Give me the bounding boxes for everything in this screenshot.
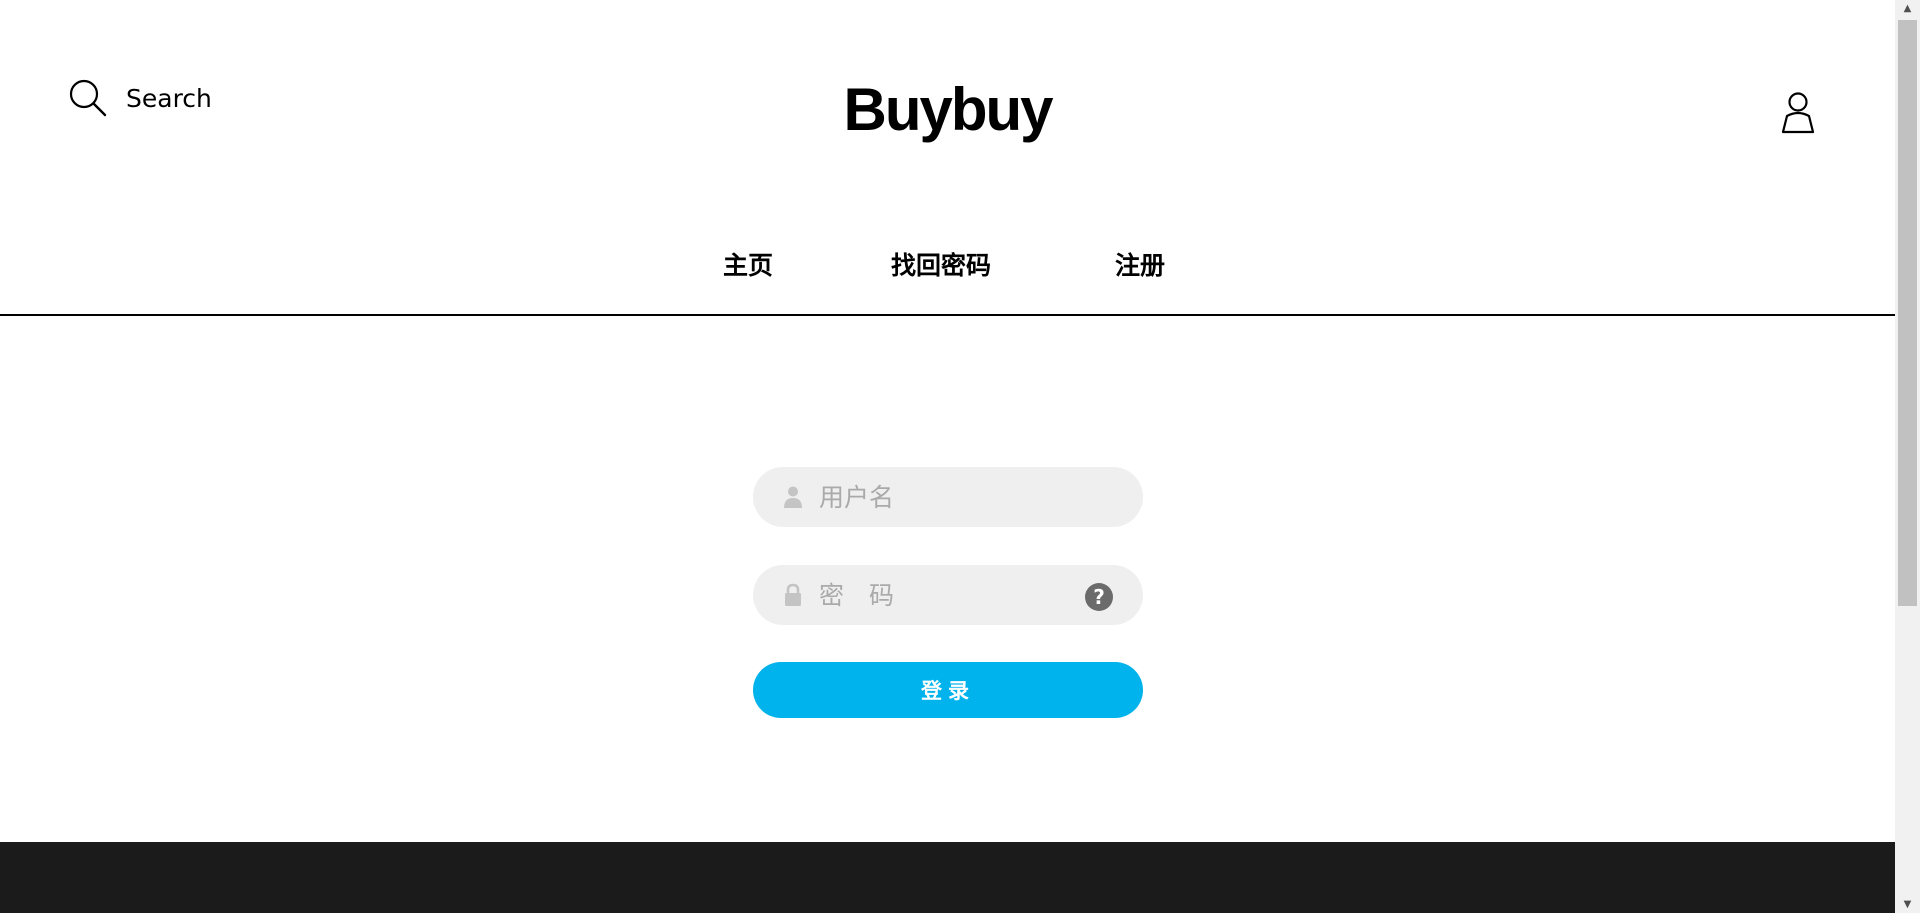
username-input[interactable] [819,467,1079,527]
page: Search Buybuy 主页 找回密码 注册 用户名 ? 登录 ▲ ▼ [0,0,1920,913]
password-field: ? [753,565,1143,625]
nav-recover-password[interactable]: 找回密码 [891,246,991,282]
site-logo[interactable]: Buybuy [0,80,1895,140]
account-button[interactable] [1780,90,1816,134]
scroll-thumb[interactable] [1898,20,1917,606]
nav-home[interactable]: 主页 [723,246,773,282]
password-input[interactable] [819,565,1079,625]
logo-text: Buybuy [843,76,1053,143]
main-content: Search Buybuy 主页 找回密码 注册 用户名 ? 登录 [0,0,1895,913]
username-field [753,467,1143,527]
lock-icon [783,583,803,607]
nav-register[interactable]: 注册 [1115,246,1165,282]
scroll-up-arrow-icon[interactable]: ▲ [1895,0,1920,17]
question-circle-icon[interactable]: ? [1085,583,1113,611]
user-icon [1780,90,1816,134]
scroll-down-arrow-icon[interactable]: ▼ [1895,896,1920,913]
page-scrollbar[interactable]: ▲ ▼ [1895,0,1920,913]
footer [0,842,1895,913]
header-divider [0,314,1895,316]
person-icon [783,485,803,509]
login-button[interactable]: 登录 [753,662,1143,718]
